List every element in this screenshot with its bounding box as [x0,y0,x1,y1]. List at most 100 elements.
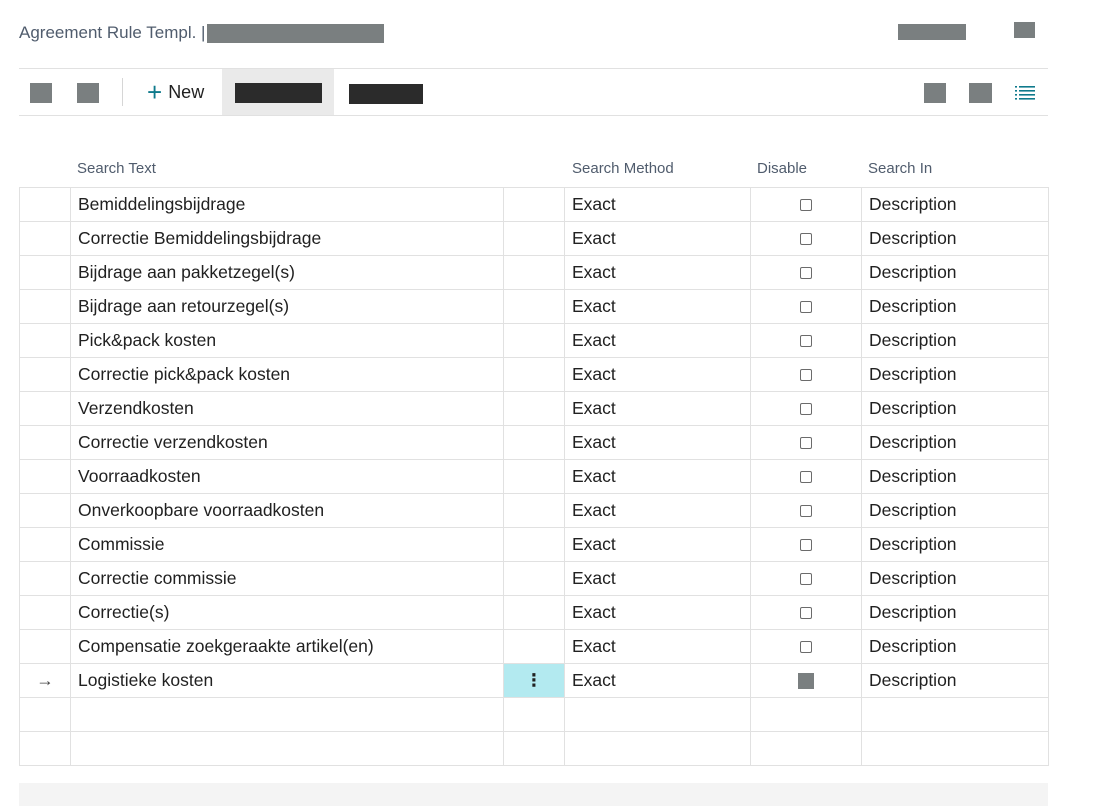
search-method-cell[interactable]: Exact [564,289,751,324]
search-in-cell[interactable]: Description [861,323,1049,358]
table-row[interactable]: Pick&pack kosten Exact Description [19,323,1049,358]
redacted-toolbar-action[interactable] [349,84,423,104]
column-header-search-method[interactable]: Search Method [572,160,674,177]
search-in-cell[interactable]: Description [861,357,1049,392]
row-selector[interactable] [19,255,71,290]
row-selector[interactable] [19,697,71,732]
search-in-cell[interactable]: Description [861,255,1049,290]
search-method-cell[interactable] [564,731,751,766]
search-in-cell[interactable]: Description [861,221,1049,256]
search-in-cell[interactable] [861,731,1049,766]
disable-checkbox[interactable] [798,673,814,690]
row-selector[interactable] [19,731,71,766]
row-actions-cell[interactable] [503,221,565,256]
column-header-search-in[interactable]: Search In [868,160,932,177]
search-text-cell[interactable]: Commissie [70,527,504,562]
column-header-disable[interactable]: Disable [757,160,807,177]
search-text-cell[interactable]: Onverkoopbare voorraadkosten [70,493,504,528]
search-method-cell[interactable]: Exact [564,357,751,392]
search-method-cell[interactable] [564,697,751,732]
row-actions-cell[interactable] [503,459,565,494]
search-text-cell[interactable]: Bijdrage aan retourzegel(s) [70,289,504,324]
search-text-cell[interactable]: Correctie Bemiddelingsbijdrage [70,221,504,256]
list-view-icon[interactable] [1015,85,1035,101]
row-actions-cell[interactable] [503,357,565,392]
row-selector[interactable] [19,459,71,494]
row-actions-cell[interactable] [503,323,565,358]
search-method-cell[interactable]: Exact [564,187,751,222]
search-text-cell[interactable]: Compensatie zoekgeraakte artikel(en) [70,629,504,664]
redacted-toolbar-icon[interactable] [77,83,99,103]
row-selector[interactable] [19,493,71,528]
row-selector[interactable] [19,221,71,256]
disable-checkbox[interactable] [800,233,812,246]
table-row[interactable]: → Logistieke kosten ⋮ Exact Description [19,663,1049,698]
disable-checkbox[interactable] [800,505,812,518]
search-method-cell[interactable]: Exact [564,391,751,426]
table-row[interactable]: Correctie pick&pack kosten Exact Descripti… [19,357,1049,392]
disable-checkbox[interactable] [800,607,812,620]
row-actions-cell[interactable] [503,255,565,290]
row-selector[interactable] [19,425,71,460]
row-actions-cell[interactable] [503,731,565,766]
table-row[interactable]: Bijdrage aan pakketzegel(s) Exact Descript… [19,255,1049,290]
row-selector[interactable] [19,289,71,324]
search-in-cell[interactable]: Description [861,187,1049,222]
row-actions-cell[interactable] [503,187,565,222]
search-text-cell[interactable] [70,697,504,732]
table-row[interactable] [19,697,1049,732]
search-method-cell[interactable]: Exact [564,595,751,630]
disable-checkbox[interactable] [800,267,812,280]
table-row[interactable]: Correctie(s) Exact Description [19,595,1049,630]
search-method-cell[interactable]: Exact [564,459,751,494]
search-method-cell[interactable]: Exact [564,493,751,528]
row-selector[interactable] [19,391,71,426]
redacted-toolbar-icon[interactable] [30,83,52,103]
row-selector[interactable] [19,187,71,222]
disable-checkbox[interactable] [800,437,812,450]
redacted-toolbar-icon[interactable] [924,83,946,103]
table-row[interactable]: Correctie commissie Exact Description [19,561,1049,596]
search-method-cell[interactable]: Exact [564,561,751,596]
search-text-cell[interactable]: Correctie pick&pack kosten [70,357,504,392]
redacted-toolbar-action[interactable] [235,83,322,103]
row-actions-cell[interactable] [503,595,565,630]
search-method-cell[interactable]: Exact [564,221,751,256]
search-text-cell[interactable]: Logistieke kosten [70,663,504,698]
search-text-cell[interactable]: Bijdrage aan pakketzegel(s) [70,255,504,290]
row-selector[interactable] [19,629,71,664]
search-in-cell[interactable]: Description [861,459,1049,494]
redacted-header-icon[interactable] [1014,22,1035,38]
search-in-cell[interactable] [861,697,1049,732]
row-actions-cell[interactable] [503,289,565,324]
row-selector[interactable] [19,595,71,630]
search-in-cell[interactable]: Description [861,527,1049,562]
row-selector[interactable] [19,561,71,596]
table-row[interactable]: Correctie verzendkosten Exact Description [19,425,1049,460]
table-row[interactable]: Bijdrage aan retourzegel(s) Exact Descript… [19,289,1049,324]
search-method-cell[interactable]: Exact [564,323,751,358]
table-row[interactable]: Correctie Bemiddelingsbijdrage Exact Descr… [19,221,1049,256]
disable-checkbox[interactable] [800,641,812,654]
search-method-cell[interactable]: Exact [564,629,751,664]
row-actions-cell[interactable] [503,561,565,596]
row-actions-cell[interactable] [503,697,565,732]
search-method-cell[interactable]: Exact [564,425,751,460]
search-in-cell[interactable]: Description [861,493,1049,528]
search-method-cell[interactable]: Exact [564,663,751,698]
redacted-header-action[interactable] [898,24,966,40]
disable-checkbox[interactable] [800,573,812,586]
table-row[interactable]: Voorraadkosten Exact Description [19,459,1049,494]
search-text-cell[interactable]: Verzendkosten [70,391,504,426]
table-row[interactable]: Bemiddelingsbijdrage Exact Description [19,187,1049,222]
row-selector[interactable] [19,323,71,358]
disable-checkbox[interactable] [800,471,812,484]
row-selector[interactable]: → [19,663,71,698]
search-text-cell[interactable]: Correctie verzendkosten [70,425,504,460]
search-text-cell[interactable]: Bemiddelingsbijdrage [70,187,504,222]
disable-checkbox[interactable] [800,335,812,348]
search-in-cell[interactable]: Description [861,629,1049,664]
search-text-cell[interactable]: Pick&pack kosten [70,323,504,358]
row-actions-cell[interactable] [503,391,565,426]
disable-checkbox[interactable] [800,369,812,382]
